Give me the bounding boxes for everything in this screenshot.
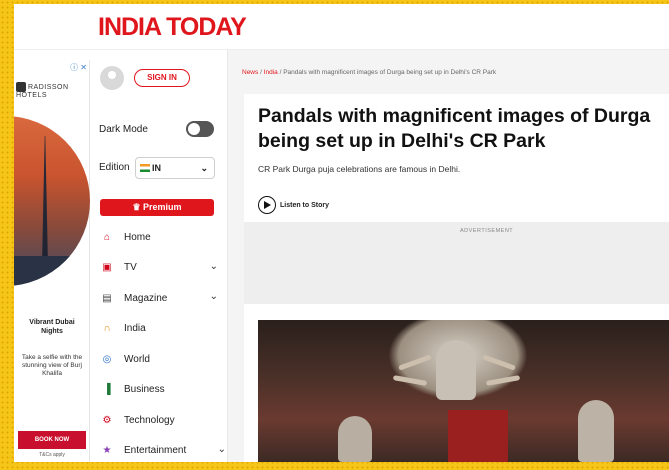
sidebar-item-label: Magazine bbox=[124, 292, 168, 304]
chevron-down-icon: ⌄ bbox=[200, 163, 208, 173]
sidebar-item-india[interactable]: ∩ India bbox=[98, 314, 224, 345]
photo-idol-shape bbox=[338, 416, 372, 462]
premium-button[interactable]: ♛ Premium bbox=[100, 199, 214, 216]
chevron-down-icon[interactable]: ⌄ bbox=[210, 291, 218, 302]
ad-headline: Vibrant Dubai Nights bbox=[29, 319, 75, 335]
breadcrumb-india-link[interactable]: India bbox=[264, 69, 278, 76]
sidebar-item-business[interactable]: ▐ Business bbox=[98, 375, 224, 406]
dark-mode-label: Dark Mode bbox=[99, 124, 148, 135]
listen-label: Listen to Story bbox=[280, 201, 330, 209]
sidebar-item-label: TV bbox=[124, 262, 137, 274]
skyline-shape bbox=[14, 256, 90, 286]
photo-idol-shape bbox=[578, 400, 614, 462]
chevron-down-icon[interactable]: ⌄ bbox=[218, 444, 226, 455]
sidebar-item-home[interactable]: ⌂ Home bbox=[98, 222, 224, 253]
breadcrumb: News / India / Pandals with magnificent … bbox=[242, 69, 497, 76]
globe-icon: ◎ bbox=[102, 353, 112, 365]
entertainment-icon: ★ bbox=[102, 445, 112, 457]
sidebar-item-label: Home bbox=[124, 231, 151, 243]
edition-select[interactable]: IN ⌄ bbox=[135, 157, 215, 179]
radisson-logo-icon bbox=[16, 82, 26, 92]
chevron-down-icon[interactable]: ⌄ bbox=[210, 261, 218, 272]
sidebar-item-label: World bbox=[124, 353, 150, 365]
sidebar-item-label: Technology bbox=[124, 414, 175, 426]
dark-mode-toggle[interactable] bbox=[186, 121, 214, 137]
sidebar-item-magazine[interactable]: ▤ Magazine ⌄ bbox=[98, 283, 224, 314]
ad-dubai-image[interactable] bbox=[14, 116, 90, 286]
tv-icon: ▣ bbox=[102, 262, 112, 274]
photo-idol-shape bbox=[436, 340, 476, 400]
play-icon bbox=[258, 196, 276, 214]
technology-icon: ⚙ bbox=[102, 414, 112, 426]
ad-terms: T&Cs apply bbox=[39, 452, 65, 458]
sidebar-nav: ⌂ Home ▣ TV ⌄ ▤ Magazine ⌄ ∩ India ◎ Wor… bbox=[98, 222, 226, 463]
user-avatar-icon[interactable] bbox=[100, 66, 124, 90]
article-durga-photo[interactable] bbox=[258, 320, 669, 462]
edition-value: IN bbox=[152, 163, 161, 173]
article-subheadline: CR Park Durga puja celebrations are famo… bbox=[258, 164, 461, 174]
ad-body-text: Take a selfie with the stunning view of … bbox=[21, 354, 83, 377]
india-flag-icon bbox=[140, 164, 150, 172]
article-card: Pandals with magnificent images of Durga… bbox=[244, 94, 669, 462]
india-icon: ∩ bbox=[103, 323, 111, 335]
business-chart-icon: ▐ bbox=[103, 384, 111, 396]
browser-viewport: INDIA TODAY ⓘ ✕ RADISSON HOTELS Vibrant … bbox=[14, 4, 669, 462]
side-advertisement[interactable]: ⓘ ✕ RADISSON HOTELS Vibrant Dubai Nights… bbox=[14, 60, 90, 462]
burj-khalifa-shape bbox=[42, 136, 48, 266]
sidebar-item-label: Entertainment bbox=[124, 445, 187, 457]
magazine-icon: ▤ bbox=[102, 292, 112, 304]
advertisement-slot: ADVERTISEMENT bbox=[244, 222, 669, 304]
site-logo[interactable]: INDIA TODAY bbox=[98, 13, 247, 42]
signin-button[interactable]: SIGN IN bbox=[134, 69, 190, 87]
breadcrumb-news-link[interactable]: News bbox=[242, 69, 258, 76]
sidebar-item-technology[interactable]: ⚙ Technology bbox=[98, 405, 224, 436]
advertisement-label: ADVERTISEMENT bbox=[460, 228, 514, 234]
site-header: INDIA TODAY bbox=[14, 4, 669, 50]
home-icon: ⌂ bbox=[103, 231, 111, 243]
listen-to-story-button[interactable]: Listen to Story bbox=[258, 196, 329, 214]
sidebar-item-entertainment[interactable]: ★ Entertainment ⌄ bbox=[98, 436, 226, 463]
sidebar-item-label: India bbox=[124, 323, 146, 335]
sidebar-item-tv[interactable]: ▣ TV ⌄ bbox=[98, 253, 224, 284]
photo-drape-shape bbox=[448, 410, 508, 462]
ad-close-icon[interactable]: ⓘ ✕ bbox=[70, 62, 87, 73]
article-headline: Pandals with magnificent images of Durga… bbox=[258, 105, 651, 152]
sidebar-item-world[interactable]: ◎ World bbox=[98, 344, 224, 375]
sidebar-menu: SIGN IN Dark Mode Edition IN ⌄ ♛ Premium… bbox=[90, 50, 228, 462]
article-area: News / India / Pandals with magnificent … bbox=[228, 50, 669, 462]
ad-brand: RADISSON HOTELS bbox=[16, 82, 89, 99]
sidebar-item-label: Business bbox=[124, 384, 165, 396]
ad-book-now-button[interactable]: BOOK NOW bbox=[18, 431, 86, 449]
breadcrumb-current: Pandals with magnificent images of Durga… bbox=[283, 69, 497, 76]
edition-label: Edition bbox=[99, 162, 130, 173]
